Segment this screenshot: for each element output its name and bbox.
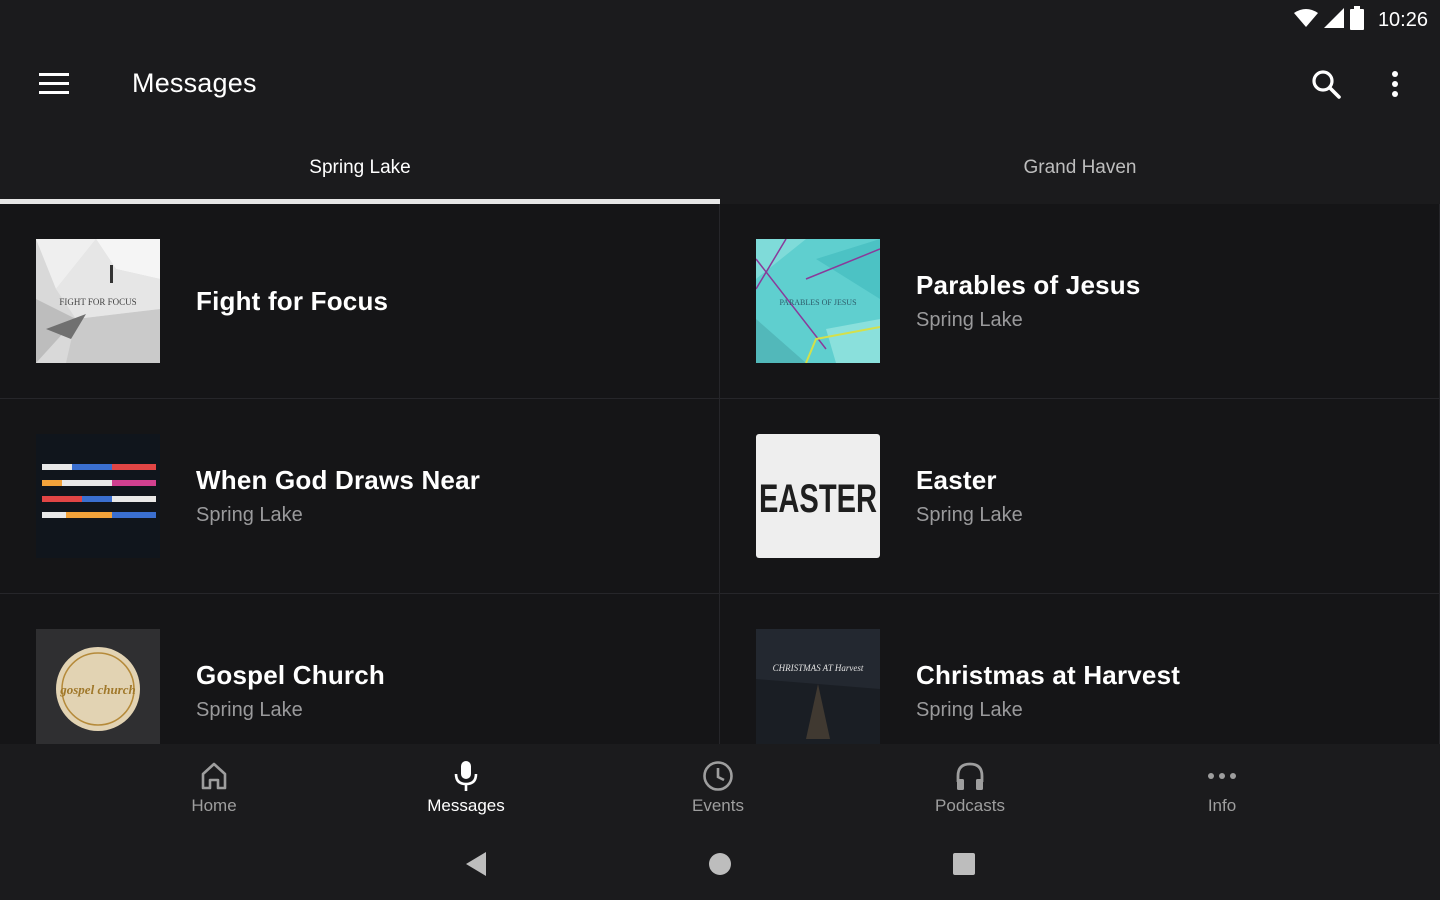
series-card-fight-for-focus[interactable]: FIGHT FOR FOCUS Fight for Focus [0,204,720,399]
series-artwork-text: EASTER [759,477,877,521]
series-title: Fight for Focus [196,285,389,316]
nav-label: Home [191,796,237,815]
series-artwork-text: gospel church [59,682,135,697]
cell-signal-icon [1323,7,1344,33]
series-card-easter[interactable]: EASTER Easter Spring Lake [720,399,1440,594]
nav-label: Podcasts [935,796,1005,815]
series-artwork-text: CHRISTMAS AT Harvest [773,663,864,673]
status-bar: 10:26 [0,0,1440,40]
series-location: Spring Lake [916,309,1023,331]
system-navigation-bar [0,830,1440,900]
series-location: Spring Lake [196,699,303,721]
series-card-gospel-church[interactable]: gospel church Gospel Church Spring Lake [0,594,720,744]
nav-item-podcasts[interactable]: Podcasts [844,744,1096,830]
series-artwork: PARABLES OF JESUS [756,239,880,363]
app-screen: 10:26 Messages Spring Lake Grand Haven F… [0,0,1440,900]
series-location: Spring Lake [916,504,1023,526]
series-title: Gospel Church [196,660,385,690]
headphones-icon [954,758,986,794]
series-artwork-text: PARABLES OF JESUS [779,298,856,307]
card-text: Easter Spring Lake [916,465,1023,527]
nav-item-home[interactable]: Home [88,744,340,830]
clock-icon [702,758,734,794]
back-triangle-icon [464,851,488,882]
system-home-button[interactable] [698,844,742,888]
hamburger-menu-icon [39,72,69,100]
card-text: Gospel Church Spring Lake [196,660,385,722]
microphone-icon [453,758,479,794]
more-vertical-icon [1391,70,1399,103]
nav-item-messages[interactable]: Messages [340,744,592,830]
wifi-icon [1293,8,1318,33]
series-location: Spring Lake [916,699,1023,721]
series-title: Parables of Jesus [916,270,1141,300]
series-grid: FIGHT FOR FOCUS Fight for Focus PARABLES… [0,204,1440,744]
series-artwork: gospel church [36,629,160,744]
series-title: Easter [916,465,997,495]
system-back-button[interactable] [454,844,498,888]
series-title: Christmas at Harvest [916,660,1181,690]
nav-item-events[interactable]: Events [592,744,844,830]
battery-icon [1349,5,1364,35]
tab-grand-haven[interactable]: Grand Haven [720,132,1440,204]
series-location: Spring Lake [196,504,303,526]
search-icon [1311,69,1341,104]
app-bar: Messages [0,40,1440,132]
system-recents-button[interactable] [942,844,986,888]
nav-label: Messages [427,796,505,815]
series-artwork [36,434,160,558]
recents-square-icon [952,852,976,881]
status-icons: 10:26 [1293,5,1428,35]
nav-label: Info [1207,796,1237,815]
series-artwork: EASTER [756,434,880,558]
more-horizontal-icon [1207,758,1237,794]
location-tabs: Spring Lake Grand Haven [0,132,1440,204]
series-title: When God Draws Near [196,465,481,495]
card-text: When God Draws Near Spring Lake [196,465,480,527]
overflow-menu-button[interactable] [1372,62,1418,110]
nav-item-info[interactable]: Info [1096,744,1348,830]
search-button[interactable] [1302,62,1350,110]
home-circle-icon [708,852,732,881]
status-time: 10:26 [1377,8,1428,31]
series-card-when-god-draws-near[interactable]: When God Draws Near Spring Lake [0,399,720,594]
series-card-christmas-at-harvest[interactable]: CHRISTMAS AT Harvest Christmas at Harves… [720,594,1440,744]
card-text: Christmas at Harvest Spring Lake [916,660,1180,722]
menu-button[interactable] [26,62,82,110]
nav-label: Events [692,796,744,815]
tab-spring-lake[interactable]: Spring Lake [0,132,720,204]
bottom-navigation: Home Messages Events Podcasts Info [0,744,1440,830]
series-artwork: CHRISTMAS AT Harvest [756,629,880,744]
card-text: Fight for Focus [196,286,388,317]
series-artwork: FIGHT FOR FOCUS [36,239,160,363]
home-icon [200,758,228,794]
series-artwork-text: FIGHT FOR FOCUS [59,297,136,307]
series-card-parables-of-jesus[interactable]: PARABLES OF JESUS Parables of Jesus Spri… [720,204,1440,399]
card-text: Parables of Jesus Spring Lake [916,270,1141,332]
page-title: Messages [132,68,257,98]
